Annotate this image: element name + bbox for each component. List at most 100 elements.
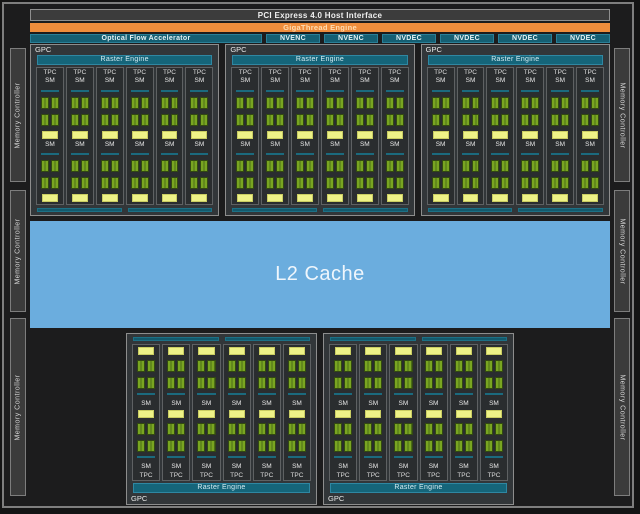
green-unit-cell <box>170 96 179 109</box>
green-unit-cell <box>227 359 236 372</box>
sm-label: SM <box>525 140 536 148</box>
sm-block: SM <box>460 77 482 141</box>
sm-block: SM <box>483 345 505 408</box>
sm-block: SM <box>69 77 91 141</box>
green-unit-cell <box>484 359 493 372</box>
green-unit-cell <box>110 96 119 109</box>
gpc-foot <box>133 337 310 341</box>
green-units-row <box>266 177 285 190</box>
green-unit-cell <box>170 160 179 173</box>
sm-label: SM <box>74 77 85 84</box>
yellow-unit-bar <box>168 347 185 355</box>
sm-block: SM <box>159 141 181 205</box>
memory-controller-right: Memory Controller <box>614 190 630 312</box>
green-unit-cell <box>70 177 79 190</box>
green-unit-cell <box>344 422 353 435</box>
tpc-block: SM SM TPC <box>389 344 418 481</box>
green-units-row <box>70 96 89 109</box>
green-units-row <box>100 96 119 109</box>
thin-teal-strip <box>266 89 285 92</box>
thin-teal-strip <box>431 89 450 92</box>
green-unit-cell <box>501 177 510 190</box>
tpc-block: TPC SM SM <box>36 67 64 205</box>
thin-teal-strip <box>167 456 186 459</box>
green-unit-cell <box>404 359 413 372</box>
raster-engine-bar: Raster Engine <box>330 483 507 493</box>
green-units-row <box>227 376 246 389</box>
thin-teal-strip <box>130 153 149 156</box>
gpc-foot-strip <box>323 208 408 212</box>
gpc-block: GPC Raster Engine TPC SM SM TPC SM SM TPC SM SM TPC… <box>420 44 610 216</box>
green-unit-cell <box>551 177 560 190</box>
yellow-unit-bar <box>42 130 58 139</box>
tpc-label: TPC <box>103 69 117 76</box>
green-unit-cell <box>335 113 344 126</box>
gpc-block: GPC Raster Engine TPC SM SM TPC SM SM TPC SM SM TPC… <box>30 44 220 216</box>
thin-teal-strip <box>551 89 570 92</box>
gpc-block: SM SM TPC SM SM TPC SM SM TPC SM SM TPC SM SM TPC SM SM T… <box>126 333 317 505</box>
sm-block: SM <box>264 77 286 141</box>
sm-block: SM <box>159 77 181 141</box>
memory-controller-left: Memory Controller <box>10 190 26 312</box>
green-unit-cell <box>494 422 504 435</box>
yellow-unit-bar <box>161 194 178 202</box>
green-units-row <box>491 96 510 109</box>
green-units-row <box>287 422 307 435</box>
green-units-row <box>551 160 570 173</box>
sm-label: SM <box>368 463 379 470</box>
tpc-block: TPC SM SM <box>125 67 154 205</box>
green-unit-cell <box>501 96 510 109</box>
raster-engine-bar: Raster Engine <box>133 483 310 493</box>
green-units-row <box>521 177 540 190</box>
yellow-unit-bar <box>161 130 178 139</box>
pci-express-label: PCI Express 4.0 Host Interface <box>257 10 383 20</box>
green-units-row <box>160 177 179 190</box>
green-units-row <box>431 160 450 173</box>
green-unit-cell <box>395 113 404 126</box>
green-unit-cell <box>355 160 364 173</box>
green-units-row <box>266 96 285 109</box>
sm-block: SM <box>256 345 278 408</box>
sm-block: SM <box>69 141 91 205</box>
green-unit-cell <box>147 359 156 372</box>
tpc-block: TPC SM SM <box>426 67 455 205</box>
green-units-row <box>236 177 255 190</box>
thin-teal-strip <box>334 393 353 396</box>
green-unit-cell <box>424 376 433 389</box>
green-unit-cell <box>385 96 394 109</box>
gpc-foot <box>37 208 213 212</box>
green-unit-cell <box>177 359 186 372</box>
green-unit-cell <box>257 376 266 389</box>
sm-label: SM <box>458 463 469 470</box>
tpc-row: SM SM TPC SM SM TPC SM SM TPC SM SM TPC SM SM TPC SM SM T… <box>127 342 316 483</box>
green-unit-cell <box>531 96 540 109</box>
tpc-label: TPC <box>328 69 342 76</box>
tpc-label: TPC <box>463 69 477 76</box>
green-unit-cell <box>147 439 156 452</box>
sm-block: SM <box>332 345 354 408</box>
tpc-block: TPC SM SM <box>65 67 94 205</box>
green-units-row <box>521 96 540 109</box>
sm-block: SM <box>362 345 384 408</box>
green-units-row <box>70 160 89 173</box>
gpc-foot-strip <box>518 208 603 212</box>
sm-label: SM <box>555 77 566 84</box>
sm-block: SM <box>489 141 511 205</box>
thin-teal-strip <box>385 153 404 156</box>
green-unit-cell <box>297 359 307 372</box>
top-gpc-row: GPC Raster Engine TPC SM SM TPC SM SM TPC SM SM TPC… <box>30 44 610 216</box>
green-unit-cell <box>266 160 275 173</box>
green-units-row <box>167 439 186 452</box>
green-unit-cell <box>170 177 179 190</box>
sm-label: SM <box>398 463 409 470</box>
green-unit-cell <box>207 376 216 389</box>
tpc-label: TPC <box>336 472 350 479</box>
yellow-unit-bar <box>335 410 352 418</box>
green-unit-cell <box>491 96 500 109</box>
green-units-row <box>394 439 413 452</box>
green-unit-cell <box>50 113 59 126</box>
yellow-unit-bar <box>522 194 539 202</box>
sm-block: SM <box>165 408 187 471</box>
green-units-row <box>227 422 246 435</box>
yellow-unit-bar <box>455 410 472 418</box>
